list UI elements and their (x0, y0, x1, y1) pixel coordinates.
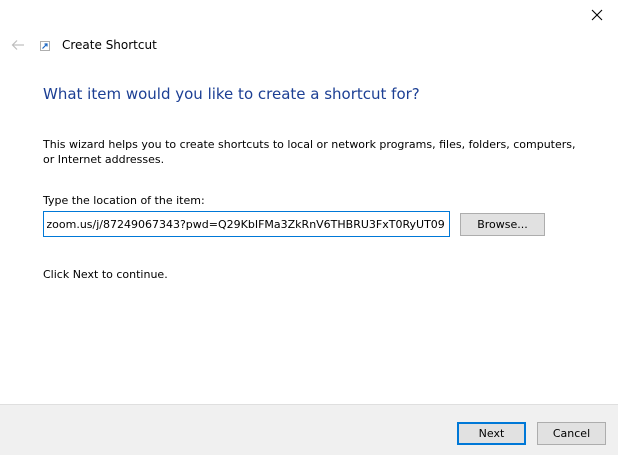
close-button[interactable] (584, 4, 610, 26)
dialog-title: Create Shortcut (62, 38, 157, 52)
shortcut-icon (40, 41, 50, 51)
cancel-button[interactable]: Cancel (537, 422, 606, 445)
back-arrow-icon (11, 40, 24, 50)
back-button[interactable] (9, 36, 27, 54)
dialog-footer: Next Cancel (0, 404, 618, 455)
create-shortcut-dialog: Create Shortcut What item would you like… (0, 0, 618, 455)
page-heading: What item would you like to create a sho… (43, 85, 420, 103)
location-input[interactable] (43, 211, 450, 237)
close-icon (591, 9, 603, 21)
continue-instruction: Click Next to continue. (43, 268, 168, 281)
location-label: Type the location of the item: (43, 194, 205, 207)
browse-button[interactable]: Browse... (460, 213, 545, 236)
wizard-description: This wizard helps you to create shortcut… (43, 138, 576, 166)
next-button[interactable]: Next (457, 422, 526, 445)
